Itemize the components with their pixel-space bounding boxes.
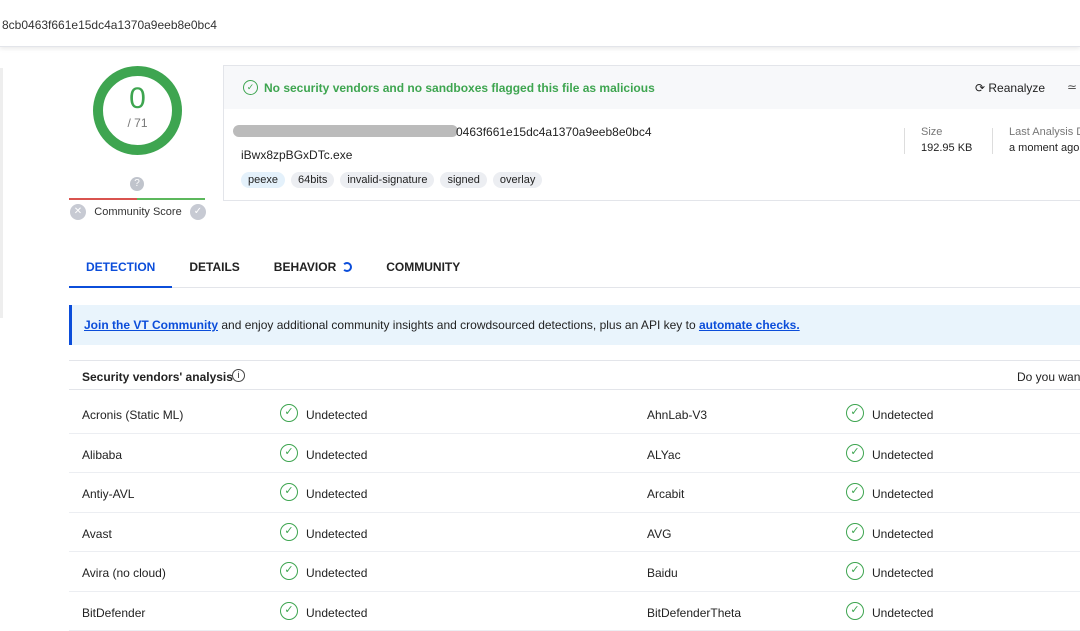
tag[interactable]: overlay: [493, 172, 542, 188]
sidebar-edge: [0, 68, 3, 318]
vendor-name: AhnLab-V3: [647, 408, 707, 422]
check-circle-icon: ✓: [280, 444, 298, 462]
tag[interactable]: 64bits: [291, 172, 334, 188]
tag[interactable]: signed: [440, 172, 486, 188]
table-row: Alibaba ✓ Undetected ALYac ✓ Undetected: [69, 434, 1080, 474]
file-summary-card: ✓ No security vendors and no sandboxes fl…: [223, 65, 1080, 201]
automate-checks-link[interactable]: automate checks.: [699, 318, 800, 332]
tab-behavior-label: BEHAVIOR: [274, 260, 336, 274]
tab-behavior[interactable]: BEHAVIOR: [257, 250, 369, 288]
vendor-name: BitDefenderTheta: [647, 606, 741, 620]
check-circle-icon: ✓: [243, 80, 258, 95]
community-banner: Join the VT Community and enjoy addition…: [69, 305, 1080, 345]
check-circle-icon: ✓: [280, 562, 298, 580]
reanalyze-button[interactable]: ⟳ Reanalyze: [975, 81, 1045, 95]
check-circle-icon: ✓: [846, 562, 864, 580]
community-score-bar: [69, 198, 205, 200]
vendor-name: Antiy-AVL: [82, 487, 134, 501]
tag[interactable]: peexe: [241, 172, 285, 188]
check-circle-icon: ✓: [846, 483, 864, 501]
size-value: 192.95 KB: [921, 142, 972, 154]
vendor-result: Undetected: [306, 606, 367, 620]
size-label: Size: [921, 126, 972, 138]
file-name: iBwx8zpBGxDTc.exe: [241, 148, 352, 162]
banner-text: and enjoy additional community insights …: [218, 318, 699, 332]
check-circle-icon: ✓: [280, 404, 298, 422]
tab-bar: DETECTION DETAILS BEHAVIOR COMMUNITY: [69, 250, 1080, 288]
vendor-result: Undetected: [872, 566, 933, 580]
question-icon: ?: [130, 177, 144, 191]
info-icon[interactable]: i: [232, 369, 245, 382]
vendor-result: Undetected: [872, 527, 933, 541]
search-input[interactable]: 8cb0463f661e15dc4a1370a9eeb8e0bc4: [2, 18, 217, 32]
vendors-header: Security vendors' analysis i Do you want: [69, 360, 1080, 390]
detection-score-gauge: 0 / 71: [93, 66, 182, 155]
vendor-result: Undetected: [306, 408, 367, 422]
check-circle-icon: ✓: [846, 602, 864, 620]
join-community-link[interactable]: Join the VT Community: [84, 318, 218, 332]
downvote-icon[interactable]: ✕: [70, 204, 86, 220]
last-analysis-value: a moment ago: [1009, 142, 1080, 154]
check-circle-icon: ✓: [280, 523, 298, 541]
last-analysis-label: Last Analysis D: [1009, 126, 1080, 138]
vendor-name: Acronis (Static ML): [82, 408, 183, 422]
tab-details[interactable]: DETAILS: [172, 250, 256, 288]
refresh-icon: ⟳: [975, 81, 988, 95]
vendor-name: Alibaba: [82, 448, 122, 462]
community-score-label: Community Score: [94, 206, 181, 218]
vendor-result: Undetected: [872, 448, 933, 462]
vendor-name: Avast: [82, 527, 112, 541]
detection-total: / 71: [103, 116, 172, 130]
search-bar[interactable]: 8cb0463f661e15dc4a1370a9eeb8e0bc4: [0, 0, 1080, 47]
vendor-result: Undetected: [872, 487, 933, 501]
vendor-result: Undetected: [306, 566, 367, 580]
redacted-hash: [233, 125, 458, 137]
tag[interactable]: invalid-signature: [340, 172, 434, 188]
vendor-name: AVG: [647, 527, 671, 541]
reanalyze-label: Reanalyze: [988, 81, 1045, 95]
check-circle-icon: ✓: [846, 523, 864, 541]
table-row: BitDefender ✓ Undetected BitDefenderThet…: [69, 592, 1080, 631]
vendor-name: Baidu: [647, 566, 678, 580]
loading-spinner-icon: [342, 262, 352, 272]
file-hash: 0463f661e15dc4a1370a9eeb8e0bc4: [456, 125, 652, 139]
vendor-name: Arcabit: [647, 487, 684, 501]
vendors-title: Security vendors' analysis: [82, 370, 233, 384]
similar-icon[interactable]: ≃: [1067, 80, 1077, 94]
check-circle-icon: ✓: [846, 444, 864, 462]
table-row: Avira (no cloud) ✓ Undetected Baidu ✓ Un…: [69, 552, 1080, 592]
vendor-name: Avira (no cloud): [82, 566, 166, 580]
vendor-name: BitDefender: [82, 606, 145, 620]
vendor-result: Undetected: [306, 527, 367, 541]
table-row: Acronis (Static ML) ✓ Undetected AhnLab-…: [69, 394, 1080, 434]
status-message: No security vendors and no sandboxes fla…: [264, 81, 655, 95]
check-circle-icon: ✓: [280, 483, 298, 501]
vendor-result: Undetected: [872, 606, 933, 620]
upvote-icon[interactable]: ✓: [190, 204, 206, 220]
tab-detection[interactable]: DETECTION: [69, 250, 172, 288]
vendor-name: ALYac: [647, 448, 681, 462]
table-row: Avast ✓ Undetected AVG ✓ Undetected: [69, 513, 1080, 553]
check-circle-icon: ✓: [280, 602, 298, 620]
detection-count: 0: [103, 82, 172, 116]
table-row: Antiy-AVL ✓ Undetected Arcabit ✓ Undetec…: [69, 473, 1080, 513]
vendors-table: Acronis (Static ML) ✓ Undetected AhnLab-…: [69, 394, 1080, 631]
vendors-prompt: Do you want: [1017, 370, 1080, 384]
check-circle-icon: ✓: [846, 404, 864, 422]
vendor-result: Undetected: [872, 408, 933, 422]
vendor-result: Undetected: [306, 487, 367, 501]
tab-community[interactable]: COMMUNITY: [369, 250, 477, 288]
vendor-result: Undetected: [306, 448, 367, 462]
